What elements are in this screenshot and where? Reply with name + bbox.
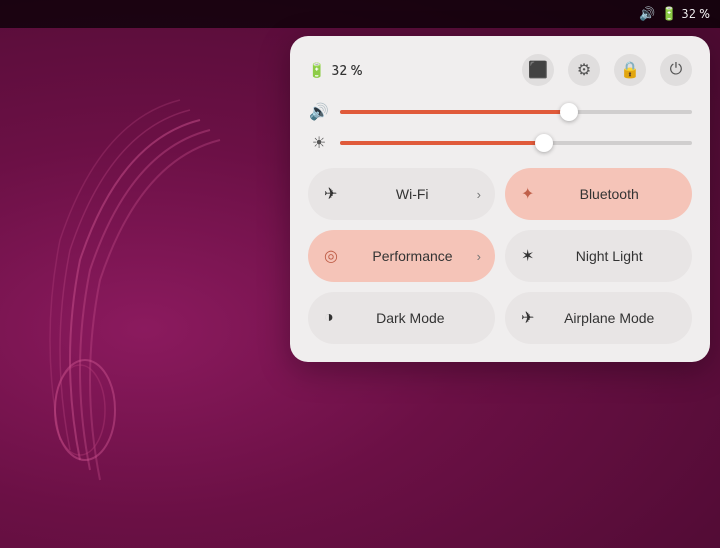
performance-button[interactable]: ◎ Performance › xyxy=(308,230,495,282)
top-bar: 🔊 🔋 32 % xyxy=(0,0,720,28)
bluetooth-icon: ✦ xyxy=(521,184,534,204)
volume-slider-row: 🔊 xyxy=(308,102,692,121)
performance-chevron: › xyxy=(477,249,481,264)
dark-mode-icon: ◑ xyxy=(324,309,334,327)
wifi-icon: ✈ xyxy=(324,184,337,204)
dark-mode-button[interactable]: ◑ Dark Mode xyxy=(308,292,495,344)
brightness-fill xyxy=(340,141,544,145)
decorative-art xyxy=(0,60,300,540)
toggle-grid: ✈ Wi-Fi › ✦ Bluetooth ◎ Performance › ✶ … xyxy=(308,168,692,344)
battery-icon-topbar: 🔋 xyxy=(661,7,677,22)
battery-icon: 🔋 xyxy=(308,62,325,79)
volume-fill xyxy=(340,110,569,114)
bluetooth-label: Bluetooth xyxy=(542,186,676,202)
volume-track xyxy=(340,110,692,114)
screenshot-button[interactable]: ⬛ xyxy=(522,54,554,86)
dark-mode-label: Dark Mode xyxy=(342,310,479,326)
airplane-mode-label: Airplane Mode xyxy=(542,310,676,326)
brightness-track xyxy=(340,141,692,145)
battery-label: 32 % xyxy=(331,62,362,78)
performance-label: Performance xyxy=(346,248,479,264)
bluetooth-button[interactable]: ✦ Bluetooth xyxy=(505,168,692,220)
topbar-battery: 🔋 32 % xyxy=(661,7,710,22)
power-button[interactable]: ⏻ xyxy=(660,54,692,86)
airplane-mode-button[interactable]: ✈ Airplane Mode xyxy=(505,292,692,344)
airplane-mode-icon: ✈ xyxy=(521,308,534,328)
topbar-sound: 🔊 xyxy=(639,7,655,22)
wifi-chevron: › xyxy=(477,187,481,202)
night-light-label: Night Light xyxy=(542,248,676,264)
header-actions: ⬛ ⚙ 🔒 ⏻ xyxy=(522,54,692,86)
wifi-button[interactable]: ✈ Wi-Fi › xyxy=(308,168,495,220)
wifi-label: Wi-Fi xyxy=(345,186,479,202)
brightness-slider-row: ☀ xyxy=(308,133,692,152)
performance-icon: ◎ xyxy=(324,246,338,266)
topbar-battery-label: 32 % xyxy=(681,7,710,21)
quick-settings-panel: 🔋 32 % ⬛ ⚙ 🔒 ⏻ 🔊 ☀ ✈ Wi-Fi › xyxy=(290,36,710,362)
sound-icon: 🔊 xyxy=(639,7,655,22)
settings-button[interactable]: ⚙ xyxy=(568,54,600,86)
volume-thumb[interactable] xyxy=(560,103,578,121)
night-light-icon: ✶ xyxy=(521,246,534,266)
night-light-button[interactable]: ✶ Night Light xyxy=(505,230,692,282)
volume-icon: 🔊 xyxy=(308,102,330,121)
lock-button[interactable]: 🔒 xyxy=(614,54,646,86)
battery-info: 🔋 32 % xyxy=(308,62,363,79)
panel-header: 🔋 32 % ⬛ ⚙ 🔒 ⏻ xyxy=(308,54,692,86)
brightness-icon: ☀ xyxy=(308,133,330,152)
brightness-thumb[interactable] xyxy=(535,134,553,152)
